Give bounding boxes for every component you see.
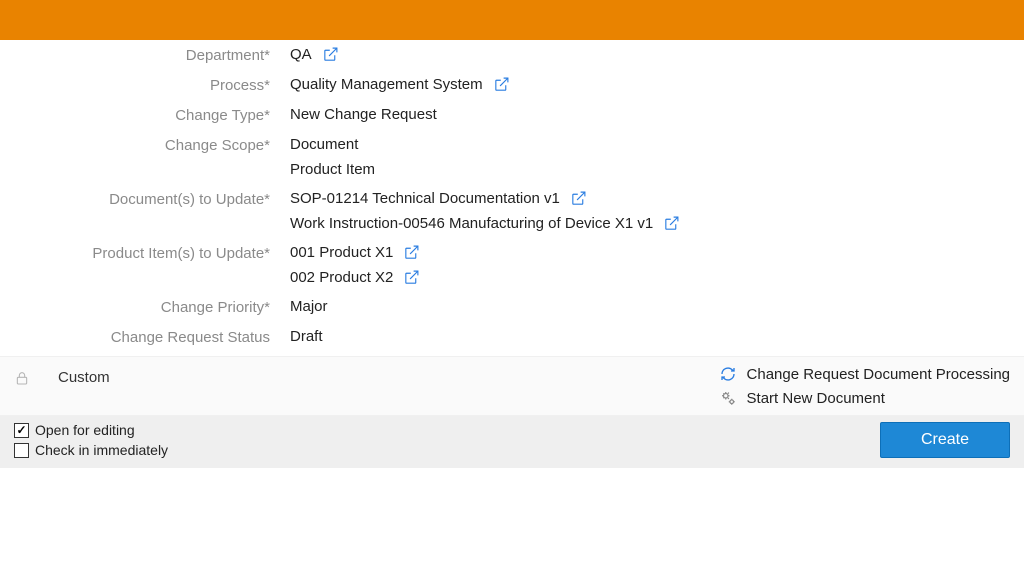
label-priority: Change Priority* xyxy=(0,296,290,316)
row-status: Change Request Status Draft xyxy=(0,326,1024,346)
value-status: Draft xyxy=(290,328,323,345)
value-change-scope-1: Product Item xyxy=(290,161,375,178)
section-bar-custom: Custom Change Request Document Processin… xyxy=(0,356,1024,416)
label-status: Change Request Status xyxy=(0,326,290,346)
checkbox-label-checkin: Check in immediately xyxy=(35,442,168,458)
open-link-icon[interactable] xyxy=(403,244,420,261)
label-department: Department* xyxy=(0,44,290,64)
value-department: QA xyxy=(290,46,312,63)
label-docs-to-update: Document(s) to Update* xyxy=(0,188,290,208)
form-area: Department* QA Process* Quality Manageme… xyxy=(0,40,1024,346)
open-link-icon[interactable] xyxy=(493,76,510,93)
create-button[interactable]: Create xyxy=(880,422,1010,458)
row-change-type: Change Type* New Change Request xyxy=(0,104,1024,124)
row-product-items: Product Item(s) to Update* 001 Product X… xyxy=(0,242,1024,286)
lock-icon xyxy=(14,365,30,387)
gears-icon xyxy=(719,389,737,407)
value-change-scope-0: Document xyxy=(290,136,358,153)
value-doc-1: Work Instruction-00546 Manufacturing of … xyxy=(290,215,653,232)
value-product-0: 001 Product X1 xyxy=(290,244,393,261)
open-link-icon[interactable] xyxy=(322,46,339,63)
action-change-request-processing[interactable]: Change Request Document Processing xyxy=(719,365,1010,383)
row-change-scope: Change Scope* Document Product Item xyxy=(0,134,1024,178)
value-product-1: 002 Product X2 xyxy=(290,269,393,286)
label-change-scope: Change Scope* xyxy=(0,134,290,154)
row-docs-to-update: Document(s) to Update* SOP-01214 Technic… xyxy=(0,188,1024,232)
value-doc-0: SOP-01214 Technical Documentation v1 xyxy=(290,190,560,207)
open-link-icon[interactable] xyxy=(570,190,587,207)
checkbox-open-for-editing[interactable]: Open for editing xyxy=(14,422,168,438)
open-link-icon[interactable] xyxy=(663,215,680,232)
action-start-new-document[interactable]: Start New Document xyxy=(719,389,1010,407)
section-title: Custom xyxy=(58,365,110,386)
value-process: Quality Management System xyxy=(290,76,483,93)
checkbox-label-open: Open for editing xyxy=(35,422,135,438)
footer-bar: Open for editing Check in immediately Cr… xyxy=(0,416,1024,468)
row-process: Process* Quality Management System xyxy=(0,74,1024,94)
action-label-start-new: Start New Document xyxy=(747,390,885,407)
row-department: Department* QA xyxy=(0,44,1024,64)
action-label-processing: Change Request Document Processing xyxy=(747,366,1010,383)
open-link-icon[interactable] xyxy=(403,269,420,286)
checkbox-icon xyxy=(14,423,29,438)
row-priority: Change Priority* Major xyxy=(0,296,1024,316)
label-product-items: Product Item(s) to Update* xyxy=(0,242,290,262)
value-priority: Major xyxy=(290,298,328,315)
label-change-type: Change Type* xyxy=(0,104,290,124)
checkbox-icon xyxy=(14,443,29,458)
checkbox-check-in-immediately[interactable]: Check in immediately xyxy=(14,442,168,458)
top-bar xyxy=(0,0,1024,40)
cycle-icon xyxy=(719,365,737,383)
label-process: Process* xyxy=(0,74,290,94)
value-change-type: New Change Request xyxy=(290,106,437,123)
